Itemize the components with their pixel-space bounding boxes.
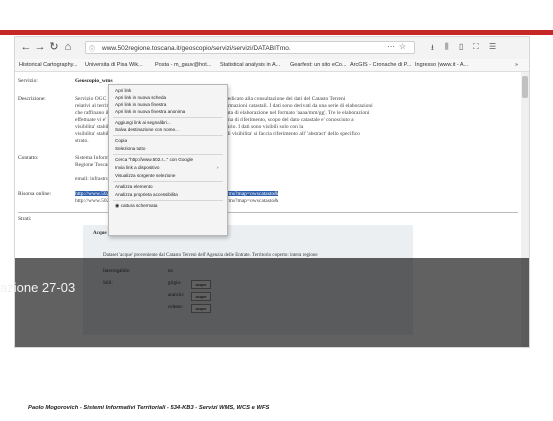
camera-icon: ◉ xyxy=(115,203,120,209)
menu-item[interactable]: Apri link in nuova finestra anonima xyxy=(115,109,185,115)
url-bar[interactable]: www.502regione.toscana.it/geoscopio/serv… xyxy=(85,41,415,54)
scrollbar-thumb[interactable] xyxy=(522,76,528,98)
menu-item-screenshot[interactable]: ◉ cattura schermata xyxy=(115,203,157,209)
bookmark-item[interactable]: Universita di Pisa Wik... xyxy=(85,60,143,70)
reload-icon[interactable]: ↻ xyxy=(47,40,61,54)
sidebar-icon[interactable]: ▯ xyxy=(459,42,463,51)
screenshot-icon[interactable]: ⛶ xyxy=(473,42,479,52)
chevron-right-icon[interactable]: » xyxy=(515,60,518,70)
menu-item[interactable]: Analizza elemento xyxy=(115,184,153,190)
bookmark-item[interactable]: Gearfest: un sito eCo... xyxy=(290,60,347,70)
slide-top-bar xyxy=(0,0,553,30)
dark-overlay xyxy=(15,258,529,347)
bookmarks-bar: Historical Cartography... Universita di … xyxy=(15,59,529,72)
bookmark-item[interactable]: Ingresso (www.it - A... xyxy=(415,60,468,70)
menu-item[interactable]: Apri link xyxy=(115,88,131,94)
bookmark-star-icon[interactable]: ☆ xyxy=(399,42,406,51)
menu-separator xyxy=(113,200,223,201)
menu-icon[interactable]: ☰ xyxy=(489,42,496,51)
overlay-caption: azione 27-03 xyxy=(0,280,76,295)
menu-item[interactable]: Invia link a dispositivo xyxy=(115,165,159,171)
reader-icon[interactable]: ⋯ xyxy=(387,42,395,51)
row-label: Servizio: xyxy=(18,78,38,84)
service-name: Geoscopio_wms xyxy=(75,78,113,84)
library-icon[interactable]: ⫼ xyxy=(445,42,449,52)
menu-separator xyxy=(113,117,223,118)
menu-item[interactable]: Cerca "http://www.502.r..." con Google xyxy=(115,157,193,163)
menu-item[interactable]: Visualizza sorgente selezione xyxy=(115,173,175,179)
info-icon[interactable]: ⓘ xyxy=(89,44,95,53)
home-icon[interactable]: ⌂ xyxy=(61,40,75,54)
menu-separator xyxy=(113,154,223,155)
menu-item[interactable]: Aggiungi link ai segnalibri... xyxy=(115,120,171,126)
menu-item[interactable]: Seleziona tutto xyxy=(115,146,145,152)
browser-toolbar: ← → ↻ ⌂ www.502regione.toscana.it/geosco… xyxy=(15,37,529,60)
menu-item[interactable]: Salva destinazione con nome... xyxy=(115,127,179,133)
menu-item[interactable]: Apri link in nuova finestra xyxy=(115,102,166,108)
menu-separator xyxy=(113,181,223,182)
browser-window: ← → ↻ ⌂ www.502regione.toscana.it/geosco… xyxy=(14,36,530,348)
bookmark-item[interactable]: Statistical analysis in A... xyxy=(220,60,280,70)
menu-item[interactable]: Analizza proprieta accessibilita xyxy=(115,192,178,198)
row-label: Risorsa online: xyxy=(18,191,52,197)
bookmark-item[interactable]: ArcGIS - Cronache di P... xyxy=(350,60,411,70)
row-label: Descrizione: xyxy=(18,96,46,102)
menu-separator xyxy=(113,135,223,136)
back-icon[interactable]: ← xyxy=(19,40,33,54)
forward-icon[interactable]: → xyxy=(33,40,47,54)
context-menu: Apri link Apri link in nuova scheda Apri… xyxy=(108,84,228,236)
menu-item[interactable]: Copia xyxy=(115,138,127,144)
menu-item[interactable]: Apri link in nuova scheda xyxy=(115,95,166,101)
chevron-right-icon: › xyxy=(217,165,219,170)
download-icon[interactable]: ⭳ xyxy=(431,42,434,56)
divider xyxy=(18,212,518,213)
bookmark-item[interactable]: Historical Cartography... xyxy=(19,60,78,70)
slide-red-strip xyxy=(0,30,553,35)
bookmark-item[interactable]: Posta - m_gauv@hot... xyxy=(155,60,211,70)
row-label: Contatto: xyxy=(18,155,39,161)
slide-footer: Paolo Mogorovich - Sistemi Informativi T… xyxy=(28,405,270,411)
row-label: Strati: xyxy=(18,216,32,222)
